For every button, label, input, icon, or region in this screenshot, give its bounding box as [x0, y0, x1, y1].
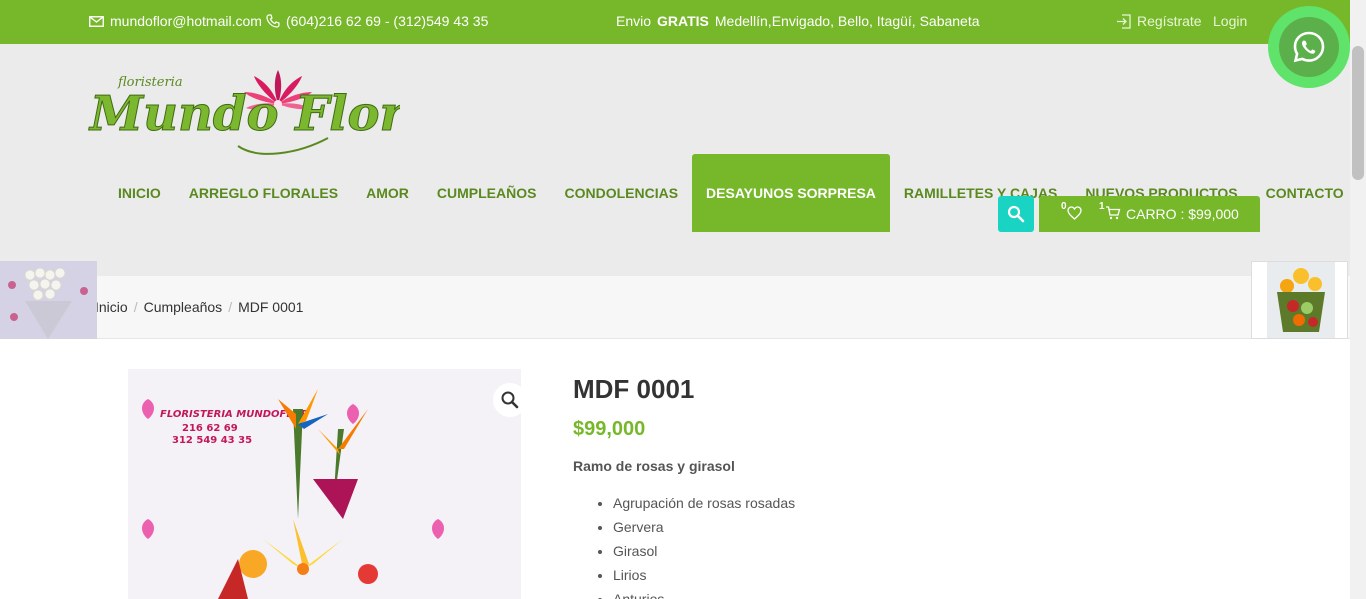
wishlist-count: 0: [1061, 201, 1067, 212]
nav-arreglo-florales[interactable]: ARREGLO FLORALES: [175, 154, 352, 232]
product-image[interactable]: FLORISTERIA MUNDOFLOR 216 62 69 312 549 …: [128, 369, 521, 599]
shipping-free: GRATIS: [657, 13, 709, 29]
breadcrumb-current: MDF 0001: [238, 299, 304, 315]
watermark-phone2: 312 549 43 35: [172, 435, 252, 446]
list-item: Lirios: [613, 563, 1273, 587]
register-label: Regístrate: [1137, 13, 1202, 29]
scrollbar-thumb[interactable]: [1352, 46, 1364, 180]
site-header: floristeria Mundo Flor INICIO ARREGLO FL…: [0, 44, 1350, 276]
nav-inicio[interactable]: INICIO: [104, 154, 175, 232]
product-photo: FLORISTERIA MUNDOFLOR 216 62 69 312 549 …: [128, 369, 521, 599]
shipping-notice: Envio GRATIS Medellín,Envigado, Bello, Ita…: [616, 13, 980, 29]
next-product-image: [1252, 262, 1347, 338]
whatsapp-button[interactable]: [1268, 6, 1350, 88]
search-icon: [1007, 205, 1025, 223]
previous-product-image: [0, 261, 97, 339]
breadcrumb-separator: /: [228, 299, 233, 315]
register-link[interactable]: Regístrate: [1116, 13, 1202, 29]
shipping-prefix: Envio: [616, 13, 652, 29]
nav-condolencias[interactable]: CONDOLENCIAS: [550, 154, 692, 232]
breadcrumb-home[interactable]: Inicio: [95, 299, 128, 315]
next-product-thumbnail[interactable]: [1251, 261, 1348, 339]
watermark-phone1: 216 62 69: [182, 423, 238, 434]
list-item: Girasol: [613, 539, 1273, 563]
page-scrollbar[interactable]: [1350, 0, 1366, 599]
mundoflor-logo[interactable]: floristeria Mundo Flor: [88, 68, 400, 160]
list-item: Agrupación de rosas rosadas: [613, 491, 1273, 515]
phone-text: (604)216 62 69 - (312)549 43 35: [286, 13, 489, 29]
previous-product-thumbnail[interactable]: [0, 261, 97, 339]
envelope-icon: [89, 15, 104, 27]
cart-bar[interactable]: 0 1 CARRO : $99,000: [1039, 196, 1260, 232]
nav-desayunos-sorpresa[interactable]: DESAYUNOS SORPRESA: [692, 154, 890, 232]
shipping-cities: Medellín,Envigado, Bello, Itagüí, Sabane…: [714, 13, 980, 29]
product-description-title: Ramo de rosas y girasol: [573, 458, 735, 474]
cart-count: 1: [1099, 201, 1105, 212]
list-item: Gervera: [613, 515, 1273, 539]
product-summary: MDF 0001 $99,000 Ramo de rosas y girasol…: [573, 372, 1273, 599]
login-link[interactable]: Login: [1213, 13, 1247, 29]
contact-phone[interactable]: (604)216 62 69 - (312)549 43 35: [266, 13, 488, 29]
whatsapp-icon: [1293, 31, 1325, 63]
email-text: mundoflor@hotmail.com: [110, 13, 262, 29]
nav-cumpleanos[interactable]: CUMPLEAÑOS: [423, 154, 551, 232]
login-arrow-icon: [1117, 13, 1131, 29]
magnifier-icon: [501, 391, 519, 409]
phone-icon: [266, 14, 280, 28]
zoom-button[interactable]: [493, 383, 527, 417]
cart-icon: [1106, 206, 1121, 220]
login-label: Login: [1213, 13, 1248, 29]
top-bar: mundoflor@hotmail.com (604)216 62 69 - (…: [0, 0, 1350, 44]
breadcrumb-category[interactable]: Cumpleaños: [144, 299, 223, 315]
feature-list: Agrupación de rosas rosadas Gervera Gira…: [573, 491, 1273, 599]
breadcrumb-separator: /: [133, 299, 138, 315]
breadcrumb: Inicio / Cumpleaños / MDF 0001: [0, 276, 1350, 339]
logo-main-text: Mundo Flor: [88, 86, 400, 142]
list-item: Anturios: [613, 587, 1273, 599]
search-button[interactable]: [998, 196, 1034, 232]
product-title: MDF 0001: [573, 374, 695, 404]
nav-contacto[interactable]: CONTACTO: [1252, 154, 1358, 232]
nav-amor[interactable]: AMOR: [352, 154, 423, 232]
cart-total-label: CARRO : $99,000: [1126, 206, 1239, 222]
product-price: $99,000: [573, 418, 646, 440]
contact-email[interactable]: mundoflor@hotmail.com: [89, 13, 262, 29]
heart-icon[interactable]: [1067, 206, 1082, 220]
